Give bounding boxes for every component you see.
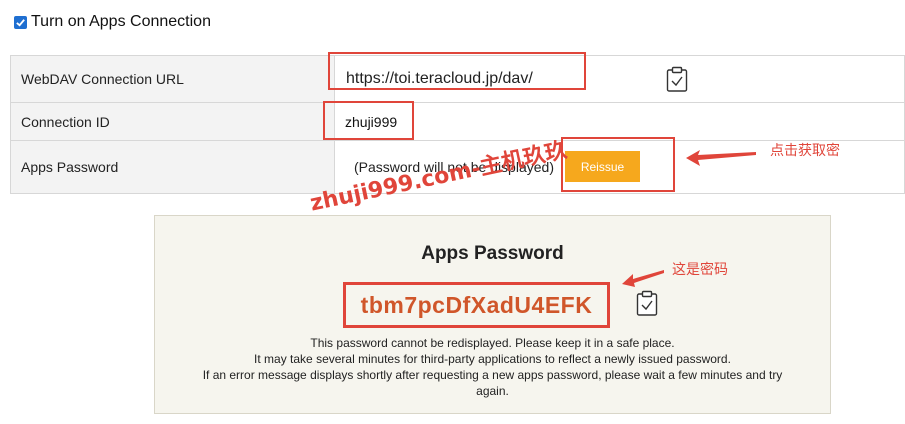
turn-on-apps-connection-label: Turn on Apps Connection — [31, 13, 211, 30]
turn-on-apps-connection[interactable]: Turn on Apps Connection — [14, 13, 211, 31]
panel-title: Apps Password — [421, 243, 564, 264]
table-row: Connection ID zhuji999 — [10, 102, 905, 141]
highlight-box-reissue — [561, 137, 675, 192]
checkbox-check-icon — [16, 18, 25, 27]
clipboard-icon[interactable] — [636, 290, 658, 321]
clipboard-icon[interactable] — [666, 66, 688, 97]
webdav-url-label: WebDAV Connection URL — [10, 55, 335, 103]
apps-password-panel: Apps Password tbm7pcDfXadU4EFK This pass… — [154, 215, 831, 414]
connection-id-cell: zhuji999 — [334, 102, 905, 141]
annotation-click-to-get: 点击获取密 — [770, 143, 840, 159]
highlight-box-id — [323, 101, 414, 140]
panel-message-line: again. — [476, 384, 509, 398]
generated-password: tbm7pcDfXadU4EFK — [360, 291, 593, 318]
highlight-box-url — [328, 52, 586, 90]
connection-id-label: Connection ID — [10, 102, 335, 141]
panel-message: This password cannot be redisplayed. Ple… — [175, 335, 810, 399]
arrow-left-icon — [622, 270, 664, 287]
arrow-left-icon — [686, 150, 756, 166]
panel-message-line: If an error message displays shortly aft… — [202, 368, 783, 382]
password-highlight-box: tbm7pcDfXadU4EFK — [343, 282, 610, 328]
panel-message-line: This password cannot be redisplayed. Ple… — [310, 336, 675, 350]
panel-message-line: It may take several minutes for third-pa… — [254, 352, 731, 366]
annotation-this-is-password: 这是密码 — [672, 262, 728, 278]
checkbox-checked[interactable] — [14, 15, 27, 29]
apps-password-label: Apps Password — [10, 140, 335, 194]
